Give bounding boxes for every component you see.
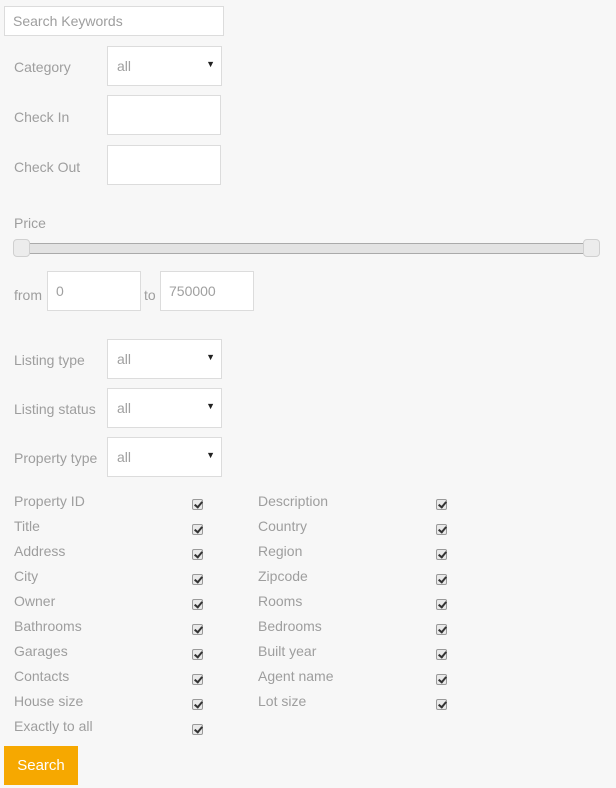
field-checkbox[interactable] <box>192 674 203 685</box>
field-checkbox[interactable] <box>192 549 203 560</box>
field-label: Description <box>258 493 329 509</box>
field-label: Address <box>14 543 66 559</box>
check-in-label: Check In <box>14 109 70 125</box>
field-checkbox[interactable] <box>436 524 447 535</box>
field-checkbox[interactable] <box>192 649 203 660</box>
field-checkbox[interactable] <box>436 574 447 585</box>
field-checkbox[interactable] <box>192 524 203 535</box>
property-type-value: all <box>117 449 132 465</box>
field-checkbox[interactable] <box>192 574 203 585</box>
field-checkbox[interactable] <box>192 499 203 510</box>
search-keywords-input[interactable] <box>4 6 224 36</box>
price-from-input[interactable] <box>47 271 141 311</box>
category-select[interactable]: all ▼ <box>107 46 222 86</box>
field-checkbox[interactable] <box>192 624 203 635</box>
field-label: Property ID <box>14 493 85 509</box>
property-type-label: Property type <box>14 450 98 466</box>
field-label: House size <box>14 693 84 709</box>
check-out-label: Check Out <box>14 159 81 175</box>
field-checkbox[interactable] <box>436 699 447 710</box>
price-to-label: to <box>144 287 156 303</box>
chevron-down-icon: ▼ <box>206 401 215 411</box>
search-button[interactable]: Search <box>4 746 78 785</box>
field-label: Owner <box>14 593 56 609</box>
field-label: Garages <box>14 643 68 659</box>
field-checkbox[interactable] <box>192 599 203 610</box>
listing-type-value: all <box>117 351 132 367</box>
field-checkbox[interactable] <box>436 499 447 510</box>
listing-status-select[interactable]: all ▼ <box>107 388 222 428</box>
check-in-input[interactable] <box>107 95 221 135</box>
property-type-select[interactable]: all ▼ <box>107 437 222 477</box>
listing-type-select[interactable]: all ▼ <box>107 339 222 379</box>
field-label: Title <box>14 518 40 534</box>
price-slider-max-handle[interactable] <box>583 239 600 257</box>
chevron-down-icon: ▼ <box>206 352 215 362</box>
price-slider-track[interactable] <box>16 243 596 254</box>
field-checkbox[interactable] <box>436 649 447 660</box>
category-value: all <box>117 58 132 74</box>
field-checkbox[interactable] <box>192 699 203 710</box>
check-out-input[interactable] <box>107 145 221 185</box>
field-label: Country <box>258 518 308 534</box>
field-label: Exactly to all <box>14 718 93 734</box>
field-label: Zipcode <box>258 568 308 584</box>
field-label: Built year <box>258 643 317 659</box>
price-to-input[interactable] <box>160 271 254 311</box>
field-label: Bedrooms <box>258 618 322 634</box>
field-checkbox[interactable] <box>436 624 447 635</box>
listing-status-label: Listing status <box>14 401 96 417</box>
listing-type-label: Listing type <box>14 352 85 368</box>
field-checkbox[interactable] <box>436 674 447 685</box>
price-slider-min-handle[interactable] <box>13 239 30 257</box>
field-label: Rooms <box>258 593 303 609</box>
field-label: Bathrooms <box>14 618 82 634</box>
field-label: Region <box>258 543 303 559</box>
field-label: Lot size <box>258 693 307 709</box>
field-checkbox[interactable] <box>192 724 203 735</box>
field-checkbox[interactable] <box>436 599 447 610</box>
category-label: Category <box>14 59 71 75</box>
listing-status-value: all <box>117 400 132 416</box>
chevron-down-icon: ▼ <box>206 59 215 69</box>
field-label: Agent name <box>258 668 334 684</box>
field-label: City <box>14 568 39 584</box>
price-from-label: from <box>14 287 42 303</box>
field-label: Contacts <box>14 668 70 684</box>
field-checkbox[interactable] <box>436 549 447 560</box>
price-label: Price <box>14 215 46 231</box>
chevron-down-icon: ▼ <box>206 450 215 460</box>
